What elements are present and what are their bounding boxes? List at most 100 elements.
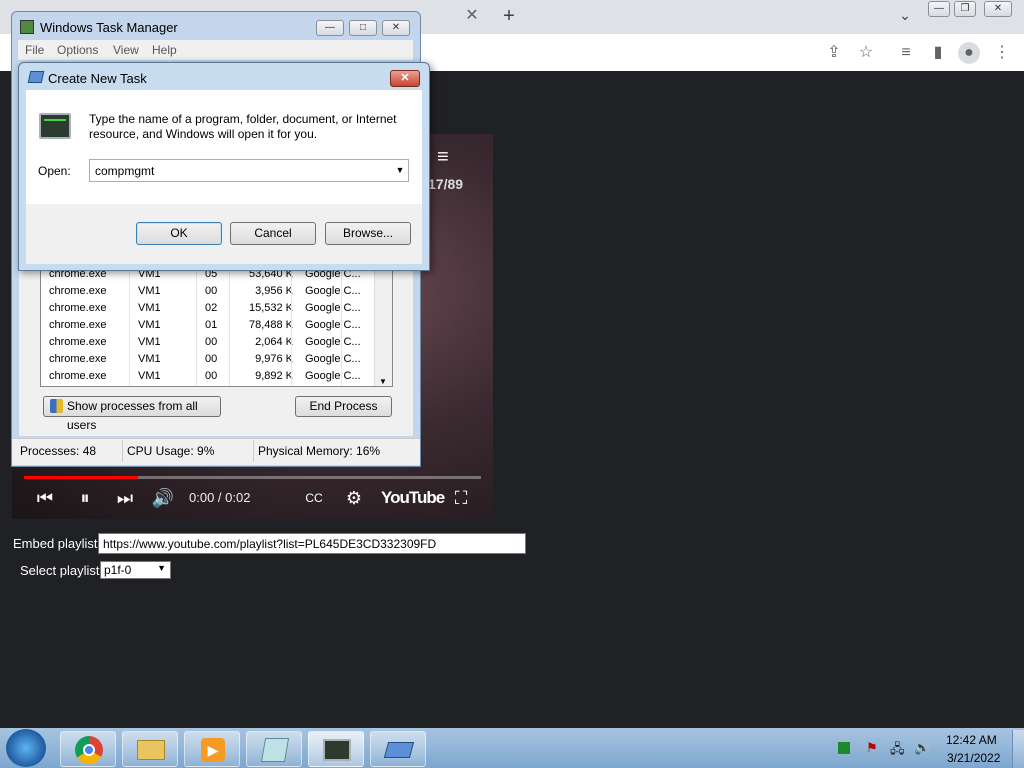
pause-icon[interactable]: ⏸ (72, 478, 98, 518)
next-icon[interactable]: ⏭ (112, 478, 138, 518)
media-control-icon[interactable]: ≡ (895, 42, 917, 64)
process-desc: Google C... (305, 353, 361, 365)
playlist-position: 17/89 (428, 176, 464, 192)
browser-menu-icon[interactable]: ⋮ (991, 42, 1013, 64)
bookmark-star-icon[interactable]: ☆ (855, 42, 877, 64)
run-dialog-title: Create New Task (48, 71, 147, 86)
program-monitor-icon (39, 113, 71, 139)
process-row[interactable]: chrome.exe VM1 01 78,488 K Google C... (41, 317, 373, 334)
end-process-button[interactable]: End Process (295, 396, 392, 417)
tm-maximize-button[interactable]: □ (349, 20, 377, 36)
fullscreen-icon[interactable]: ⛶ (448, 478, 474, 518)
process-name: chrome.exe (49, 302, 107, 314)
close-window-button[interactable]: ✕ (984, 1, 1012, 17)
task-manager-title: Windows Task Manager (40, 20, 178, 35)
ok-button[interactable]: OK (136, 222, 222, 245)
process-cpu: 00 (205, 285, 218, 297)
cancel-button[interactable]: Cancel (230, 222, 316, 245)
column-divider (291, 266, 292, 386)
browse-button[interactable]: Browse... (325, 222, 411, 245)
process-user: VM1 (138, 302, 161, 314)
volume-icon[interactable]: 🔊 (150, 478, 176, 518)
select-playlist-label: Select playlist: (20, 563, 104, 578)
process-row[interactable]: chrome.exe VM1 00 9,892 K Google C... (41, 368, 373, 385)
tm-close-button[interactable]: ✕ (382, 20, 410, 36)
taskbar-notepad[interactable] (246, 731, 302, 767)
process-row[interactable]: chrome.exe VM1 00 9,976 K Google C... (41, 351, 373, 368)
task-manager-taskbar-icon (323, 739, 351, 761)
status-processes: Processes: 48 (20, 444, 97, 458)
process-cpu: 00 (205, 353, 218, 365)
run-dialog-close-button[interactable]: ✕ (390, 70, 420, 87)
process-row[interactable]: chrome.exe VM1 02 15,532 K Google C... (41, 300, 373, 317)
taskbar-chrome[interactable] (60, 731, 116, 767)
process-user: VM1 (138, 285, 161, 297)
taskbar-run-dialog[interactable] (370, 731, 426, 767)
process-name: chrome.exe (49, 319, 107, 331)
profile-avatar-icon[interactable]: ● (958, 42, 980, 64)
column-divider (341, 266, 342, 386)
status-divider (122, 440, 123, 462)
start-button-icon[interactable] (6, 729, 46, 767)
captions-icon[interactable]: CC (302, 478, 326, 518)
menu-help[interactable]: Help (152, 43, 177, 57)
restore-window-button[interactable]: ❐ (954, 1, 976, 17)
process-user: VM1 (138, 319, 161, 331)
status-physical-memory: Physical Memory: 16% (258, 444, 381, 458)
new-tab-button[interactable]: + (498, 5, 520, 27)
menu-file[interactable]: File (25, 43, 44, 57)
embed-playlist-input[interactable] (98, 533, 526, 554)
side-panel-icon[interactable]: ▮ (927, 42, 949, 64)
share-icon[interactable]: ⇪ (823, 42, 845, 64)
playlist-icon[interactable]: ≡ (437, 146, 449, 169)
column-divider (229, 266, 230, 386)
process-list-scrollbar[interactable]: ▼ (374, 266, 392, 386)
open-history-dropdown-icon[interactable]: ▼ (393, 161, 407, 180)
tm-minimize-button[interactable]: — (316, 20, 344, 36)
process-desc: Google C... (305, 336, 361, 348)
process-mem: 9,892 K (255, 370, 293, 382)
select-playlist-value: p1f-0 (104, 563, 132, 577)
process-mem: 2,064 K (255, 336, 293, 348)
process-row[interactable]: chrome.exe VM1 00 3,956 K Google C... (41, 283, 373, 300)
process-row[interactable]: chrome.exe VM1 00 2,064 K Google C... (41, 334, 373, 351)
process-user: VM1 (138, 370, 161, 382)
settings-gear-icon[interactable]: ⚙ (341, 478, 367, 518)
select-playlist-dropdown[interactable]: p1f-0 ▼ (100, 561, 171, 579)
tray-task-manager-icon[interactable] (838, 742, 850, 754)
open-label: Open: (38, 164, 71, 178)
process-mem: 9,976 K (255, 353, 293, 365)
scroll-down-icon[interactable]: ▼ (379, 377, 387, 386)
tray-volume-icon[interactable]: 🔊 (914, 740, 930, 756)
previous-icon[interactable]: ⏮ (32, 478, 58, 518)
chrome-icon (75, 736, 103, 764)
tab-close-icon[interactable]: ✕ (462, 6, 482, 26)
taskbar-media-player[interactable]: ▶ (184, 731, 240, 767)
show-all-processes-button[interactable]: Show processes from all users (43, 396, 221, 432)
tray-network-icon[interactable]: 🖧 (890, 740, 905, 762)
minimize-window-button[interactable]: — (928, 1, 950, 17)
menu-options[interactable]: Options (57, 43, 98, 57)
taskbar-explorer[interactable] (122, 731, 178, 767)
process-name: chrome.exe (49, 353, 107, 365)
open-command-input[interactable] (89, 159, 409, 182)
process-desc: Google C... (305, 319, 361, 331)
chrome-icon-center (83, 744, 95, 756)
column-divider (196, 266, 197, 386)
process-desc: Google C... (305, 285, 361, 297)
media-player-icon: ▶ (201, 738, 225, 762)
process-cpu: 02 (205, 302, 218, 314)
run-taskbar-icon (383, 742, 415, 758)
tray-action-center-icon[interactable]: ⚑ (866, 740, 878, 756)
taskbar-clock-date[interactable]: 3/21/2022 (947, 751, 1000, 765)
taskbar-clock-time[interactable]: 12:42 AM (946, 733, 997, 747)
status-cpu-usage: CPU Usage: 9% (127, 444, 215, 458)
video-time: 0:00 / 0:02 (189, 490, 251, 505)
process-mem: 78,488 K (248, 319, 293, 331)
menu-view[interactable]: View (113, 43, 139, 57)
youtube-logo[interactable]: YouTube (381, 478, 445, 518)
taskbar-task-manager[interactable] (308, 731, 364, 767)
show-desktop-button[interactable] (1012, 730, 1024, 768)
process-name: chrome.exe (49, 285, 107, 297)
tab-search-icon[interactable]: ⌄ (895, 7, 915, 27)
